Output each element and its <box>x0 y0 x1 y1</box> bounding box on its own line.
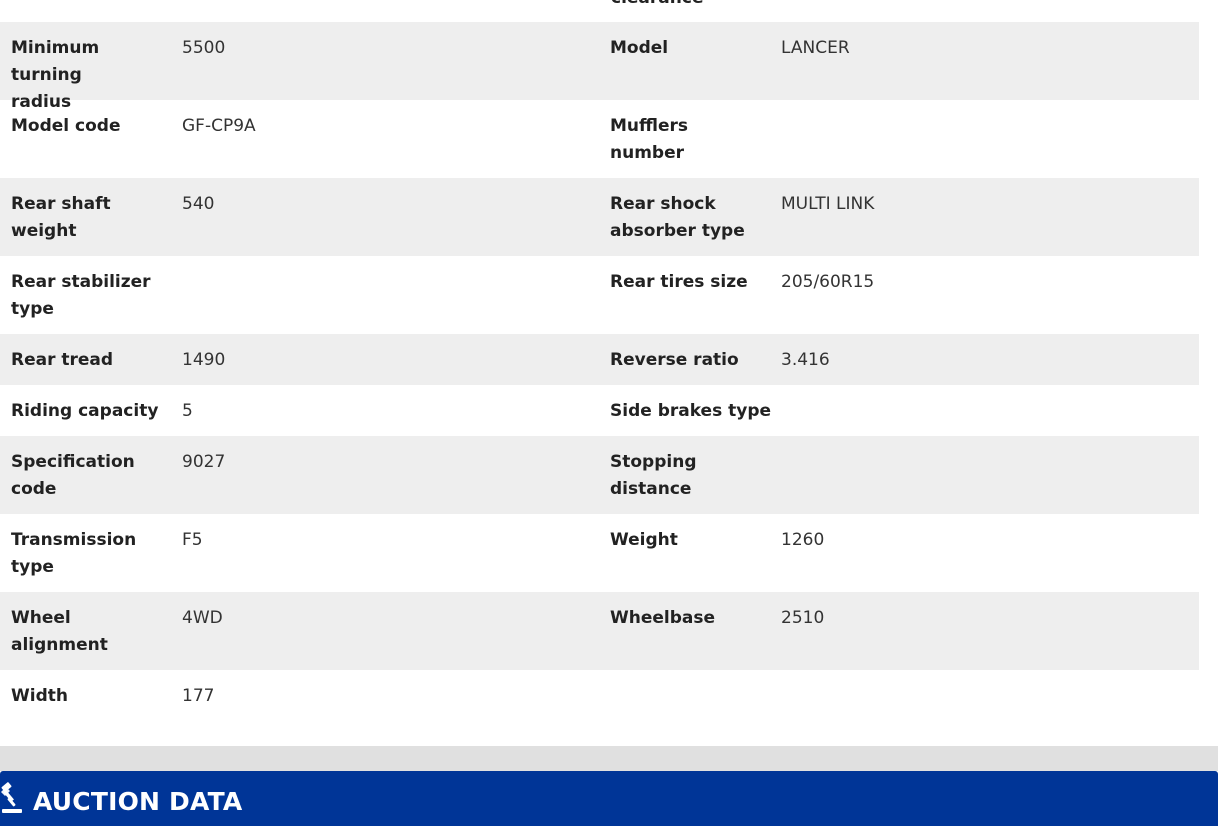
spec-value: 9027 <box>182 452 226 472</box>
spec-label: Wheel alignment <box>11 608 108 655</box>
spec-value: 1490 <box>182 350 226 370</box>
spec-label: Stopping distance <box>610 452 697 499</box>
spec-value: 177 <box>182 686 215 706</box>
spec-label <box>599 683 770 746</box>
spec-label: Rear tires size <box>610 272 748 292</box>
spec-value <box>171 269 599 334</box>
spec-label: Rear tread <box>11 350 114 370</box>
spec-value <box>779 398 1199 436</box>
spec-label: Rear shaft weight <box>11 194 111 241</box>
spec-row: Rear tread 1490 Reverse ratio 3.416 <box>0 334 1199 385</box>
spec-row: Transmission type F5 Weight 1260 <box>0 514 1199 592</box>
spec-value <box>770 449 1199 514</box>
spec-label: Reverse ratio <box>610 350 739 370</box>
spec-label: Wheelbase <box>610 608 716 628</box>
spec-label: Model code <box>11 116 121 136</box>
spec-label: Riding capacity <box>11 401 159 421</box>
spec-value: F5 <box>182 530 203 550</box>
spec-row: Minimum turning radius 5500 Model LANCER <box>0 22 1199 112</box>
spec-value: 205/60R15 <box>781 272 875 292</box>
spec-value: GF-CP9A <box>182 116 256 136</box>
spec-label: Width <box>11 686 68 706</box>
spec-row: Rear stabilizer type Rear tires size 205… <box>0 256 1199 334</box>
spec-label: Model <box>610 38 669 58</box>
spec-label: Minimum turning radius <box>11 38 100 112</box>
spec-label: Rear shock absorber type <box>610 194 745 241</box>
auction-data-header[interactable]: AUCTION DATA <box>0 771 1218 826</box>
spec-value: 540 <box>182 194 215 214</box>
spec-value: 4WD <box>182 608 223 628</box>
spec-label: Mufflers number <box>610 116 689 163</box>
spec-value: LANCER <box>781 38 850 58</box>
spec-row: Rear shaft weight 540 Rear shock absorbe… <box>0 178 1199 256</box>
spec-label: Specification code <box>11 452 135 499</box>
spec-row: Width 177 <box>0 670 1199 746</box>
spec-label: Weight <box>610 530 678 550</box>
spec-value <box>770 683 1199 746</box>
spec-value: 1260 <box>781 530 825 550</box>
spec-value: 2510 <box>781 608 825 628</box>
spec-value: MULTI LINK <box>781 194 875 214</box>
spec-value: 5500 <box>182 38 226 58</box>
spec-row: Specification code 9027 Stopping distanc… <box>0 436 1199 514</box>
spec-row: Wheel alignment 4WD Wheelbase 2510 <box>0 592 1199 670</box>
specifications-table: Minimum turning radius 5500 Model LANCER… <box>0 22 1199 746</box>
spec-value: 5 <box>182 401 193 421</box>
spec-label: Rear stabilizer type <box>11 272 151 319</box>
spec-label-cut-off: clearance <box>611 0 703 8</box>
spec-row: Riding capacity 5 Side brakes type <box>0 385 1199 436</box>
section-divider-band <box>0 746 1218 771</box>
gavel-icon <box>0 781 28 815</box>
section-title: AUCTION DATA <box>33 787 243 816</box>
page: clearance Minimum turning radius 5500 Mo… <box>0 0 1218 826</box>
spec-row: Model code GF-CP9A Mufflers number <box>0 100 1199 178</box>
spec-label: Side brakes type <box>610 401 772 421</box>
spec-value: 3.416 <box>781 350 830 370</box>
spec-value <box>770 113 1199 178</box>
spec-label: Transmission type <box>11 530 137 577</box>
